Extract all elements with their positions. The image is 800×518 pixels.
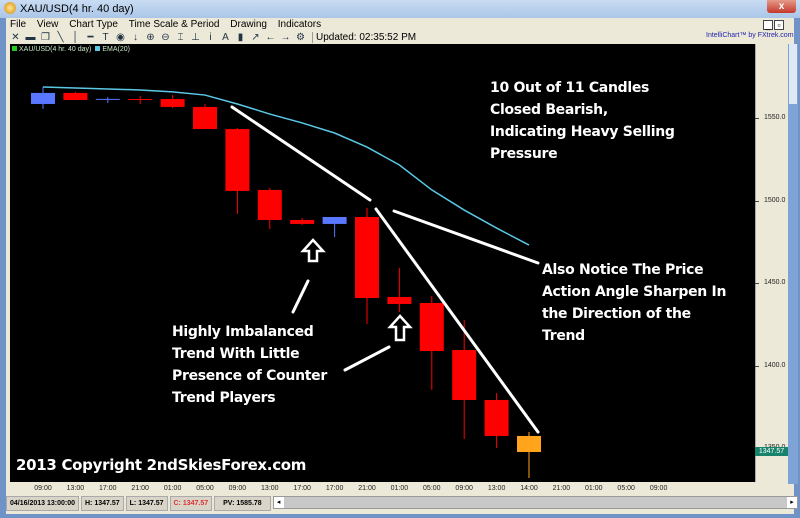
candle-body [355,217,379,299]
candle-body [517,435,541,453]
annotation-line: Pressure [490,146,558,162]
x-tick-label: 13:00 [261,485,279,492]
annotation-line: the Direction of the [542,306,691,322]
x-tick-label: 21:00 [552,485,571,492]
vertical-scrollbar[interactable] [788,44,798,484]
x-tick-label: 05:00 [423,485,441,492]
y-tick-label: 1400.0 [764,361,786,369]
annotation-line: 10 Out of 11 Candles [490,80,650,96]
x-tick-label: 05:00 [196,485,214,492]
candle-body [63,92,88,101]
legend-ema-label: EMA(20) [102,46,130,53]
horizontal-scrollbar[interactable]: ◂ ▸ [272,496,798,509]
ema-color-swatch [95,46,101,51]
legend-ema: EMA(20) [95,46,130,53]
copyright-watermark: 2013 Copyright 2ndSkiesForex.com [16,456,307,474]
candle-body [160,99,185,107]
annotation-line: Also Notice The Price [542,262,704,278]
x-tick-label: 17:00 [293,485,311,492]
x-tick-label: 05:00 [617,485,635,492]
legend-symbol-label: XAU/USD(4 hr. 40 day) [19,46,92,53]
annotation-line: Trend [542,328,585,344]
y-tick-label: 1500.0 [764,196,786,204]
legend-symbol: XAU/USD(4 hr. 40 day) [12,46,91,53]
annotation-line: Closed Bearish, [490,102,608,118]
candle-body [225,129,250,191]
annotation-top-right: 10 Out of 11 Candles Closed Bearish, Ind… [490,77,675,165]
annotation-line: Trend Players [172,390,276,406]
y-tick-mark [755,200,759,202]
status-close: C: 1347.57 [169,496,213,511]
chart-legend: XAU/USD(4 hr. 40 day) EMA(20) [12,46,130,53]
candle-body [31,92,55,104]
candle-body [387,297,412,304]
annotation-right: Also Notice The Price Action Angle Sharp… [542,259,726,347]
y-tick-label: 1550.0 [764,114,786,121]
x-tick-label: 09:00 [455,485,473,492]
status-pv: PV: 1585.78 [214,496,271,511]
x-tick-label: 13:00 [66,485,85,492]
candle-body [193,106,217,130]
status-high: H: 1347.57 [81,496,124,511]
candle-body [128,99,153,101]
symbol-color-swatch [12,46,17,51]
annotation-line: Action Angle Sharpen In [542,284,727,300]
scroll-thumb[interactable] [789,44,797,104]
x-tick-label: 13:00 [487,485,506,492]
y-tick-mark [755,283,759,284]
y-tick-mark [755,118,759,119]
annotation-line: Highly Imbalanced [172,324,314,340]
annotation-line: Trend With Little [172,346,300,362]
x-tick-label: 17:00 [99,485,117,492]
y-tick-label: 1450.0 [764,279,786,286]
x-tick-label: 21:00 [358,485,376,492]
x-tick-label: 09:00 [649,485,668,492]
x-tick-label: 01:00 [585,485,603,492]
status-bar: 04/16/2013 13:00:00 H: 1347.57 L: 1347.5… [6,496,798,511]
x-tick-label: 17:00 [325,485,344,492]
scroll-right-button[interactable]: ▸ [787,497,797,508]
x-tick-label: 14:00 [520,485,538,492]
candle-body [95,98,120,100]
x-tick-label: 21:00 [131,485,149,492]
candle-body [452,349,477,400]
candle-body [257,189,282,220]
status-low: L: 1347.57 [125,496,168,511]
annotation-left: Highly Imbalanced Trend With Little Pres… [172,321,327,409]
y-tick-mark [755,365,759,367]
current-price-tag: 1347.57 [755,447,788,456]
scroll-left-button[interactable]: ◂ [273,497,284,508]
candle-body [290,219,315,224]
x-tick-label: 09:00 [228,485,247,492]
candle-body [322,217,347,224]
annotation-line: Indicating Heavy Selling [490,124,675,140]
price-axis[interactable] [755,44,788,482]
x-tick-label: 01:00 [163,485,182,492]
x-tick-label: 09:00 [34,485,52,492]
x-tick-label: 01:00 [390,485,409,492]
candle-body [484,399,509,436]
annotation-line: Presence of Counter [172,368,327,384]
candle-body [419,302,444,351]
status-datetime: 04/16/2013 13:00:00 [6,496,79,511]
